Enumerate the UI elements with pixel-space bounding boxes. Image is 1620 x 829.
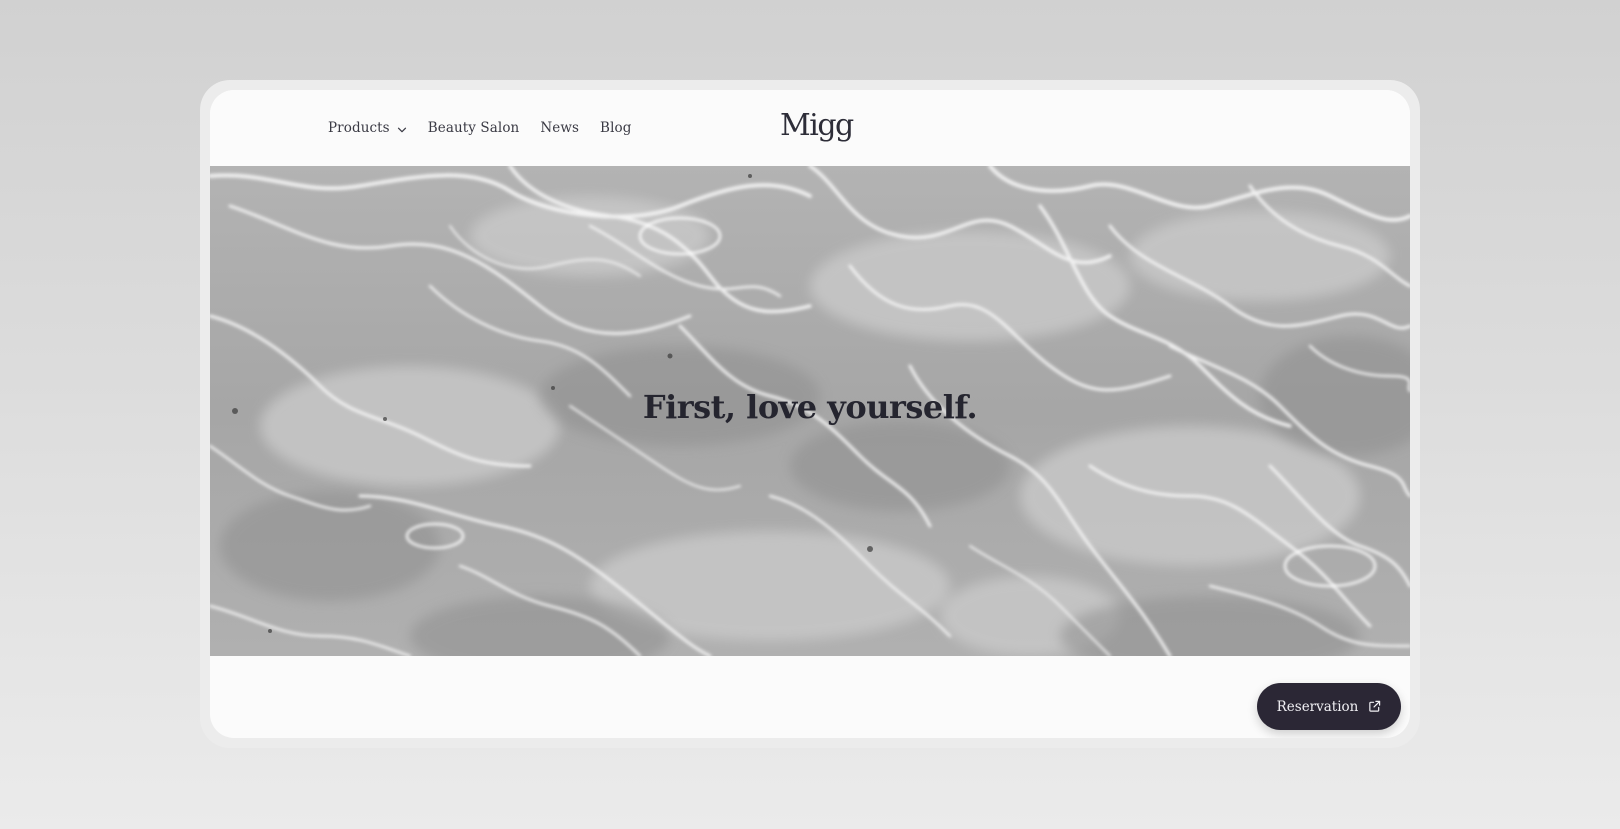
nav-item-blog[interactable]: Blog xyxy=(600,120,631,136)
main-nav: Products Beauty Salon News Blog xyxy=(328,90,631,166)
nav-item-products[interactable]: Products xyxy=(328,120,407,136)
hero-banner: First, love yourself. xyxy=(210,166,1410,656)
page-window: Products Beauty Salon News Blog Migg Fir… xyxy=(210,90,1410,738)
nav-item-label: Products xyxy=(328,120,390,136)
hero-tagline: First, love yourself. xyxy=(642,388,978,426)
nav-item-label: Blog xyxy=(600,120,632,136)
external-link-icon xyxy=(1368,700,1381,713)
chevron-down-icon xyxy=(397,123,407,133)
reservation-button[interactable]: Reservation xyxy=(1257,683,1401,730)
reservation-button-label: Reservation xyxy=(1276,698,1359,715)
nav-item-label: News xyxy=(540,120,580,136)
browser-frame: Products Beauty Salon News Blog Migg Fir… xyxy=(200,80,1420,748)
nav-item-news[interactable]: News xyxy=(540,120,579,136)
nav-item-beauty-salon[interactable]: Beauty Salon xyxy=(428,120,520,136)
site-header: Products Beauty Salon News Blog Migg xyxy=(210,90,1410,166)
nav-item-label: Beauty Salon xyxy=(427,120,520,136)
brand-logo[interactable]: Migg xyxy=(780,104,854,148)
